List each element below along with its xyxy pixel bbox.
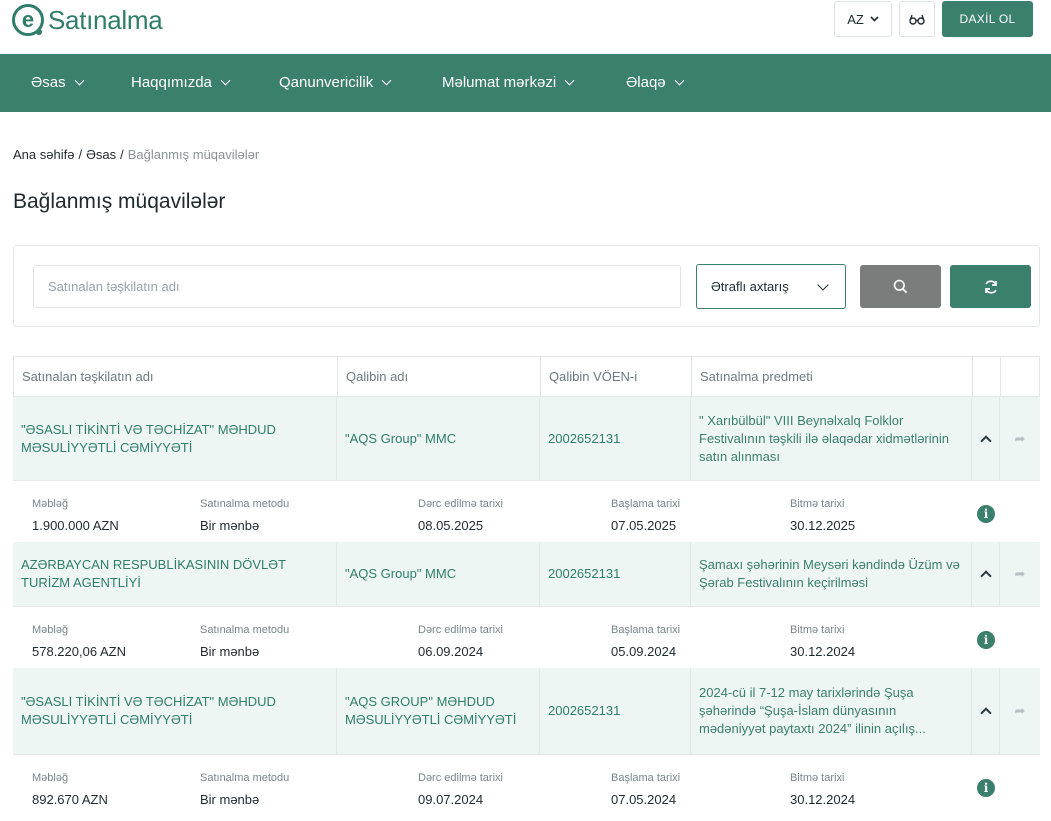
organization-name[interactable]: "ƏSASLI TİKİNTİ VƏ TƏCHİZAT" MƏHDUD MƏSU… [13, 668, 337, 754]
row-details: Məbləğ 892.670 AZN Satınalma metodu Bir mə… [13, 756, 1040, 821]
top-header: e Satınalma AZ DAXİL OL [0, 0, 1051, 54]
detail-method: Satınalma metodu Bir mənbə [200, 624, 290, 659]
detail-start: Başlama tarixi 07.05.2024 [611, 772, 681, 807]
chevron-down-icon [870, 16, 879, 22]
search-panel: Ətraflı axtarış [13, 245, 1040, 327]
organization-name[interactable]: "ƏSASLI TİKİNTİ VƏ TƏCHİZAT" MƏHDUD MƏSU… [13, 397, 337, 480]
collapse-button[interactable] [972, 542, 1000, 606]
table-row[interactable]: AZƏRBAYCAN RESPUBLİKASININ DÖVLƏT TURİZM… [13, 542, 1040, 607]
column-header-organization: Satınalan təşkilatın adı [14, 357, 338, 396]
breadcrumb-section[interactable]: Əsas [86, 147, 116, 162]
nav-item-qanunvericilik[interactable]: Qanunvericilik [279, 74, 392, 91]
detail-amount: Məbləğ 578.220,06 AZN [32, 624, 126, 659]
share-icon: ➦ [1014, 703, 1026, 718]
share-button[interactable]: ➦ [1000, 542, 1040, 606]
advanced-search-dropdown[interactable]: Ətraflı axtarış [696, 264, 846, 309]
breadcrumb-separator: / [120, 147, 124, 162]
winner-voen: 2002652131 [540, 668, 691, 754]
procurement-subject[interactable]: 2024-cü il 7-12 may tarixlərində Şuşa şə… [691, 668, 972, 754]
chevron-down-icon [74, 75, 85, 86]
nav-item-haqqimizda[interactable]: Haqqımızda [131, 74, 231, 91]
language-label: AZ [847, 11, 864, 27]
info-icon[interactable]: i [977, 631, 995, 649]
detail-method: Satınalma metodu Bir mənbə [200, 498, 290, 533]
search-button[interactable] [860, 265, 941, 308]
organization-name[interactable]: AZƏRBAYCAN RESPUBLİKASININ DÖVLƏT TURİZM… [13, 542, 337, 606]
winner-name[interactable]: "AQS GROUP" MƏHDUD MƏSULİYYƏTLİ CƏMİYYƏT… [337, 668, 540, 754]
winner-voen: 2002652131 [540, 542, 691, 606]
detail-start: Başlama tarixi 07.05.2025 [611, 498, 681, 533]
reset-button[interactable] [950, 265, 1031, 308]
glasses-icon [909, 14, 925, 25]
nav-item-melumat-merkezi[interactable]: Məlumat mərkəzi [442, 74, 575, 91]
chevron-down-icon [381, 75, 392, 86]
logo-mark: e [12, 4, 44, 36]
share-icon: ➦ [1014, 566, 1026, 581]
detail-published: Dərc edilmə tarixi 06.09.2024 [418, 624, 503, 659]
collapse-button[interactable] [972, 668, 1000, 754]
detail-published: Dərc edilmə tarixi 08.05.2025 [418, 498, 503, 533]
breadcrumb-current: Bağlanmış müqavilələr [127, 147, 260, 162]
advanced-search-label: Ətraflı axtarış [711, 279, 789, 294]
column-header-subject: Satınalma predmeti [692, 357, 973, 396]
table-header: Satınalan təşkilatın adı Qalibin adı Qal… [13, 356, 1040, 397]
detail-published: Dərc edilmə tarixi 09.07.2024 [418, 772, 503, 807]
detail-amount: Məbləğ 1.900.000 AZN [32, 498, 119, 533]
detail-method: Satınalma metodu Bir mənbə [200, 772, 290, 807]
breadcrumb-separator: / [78, 147, 83, 162]
login-button[interactable]: DAXİL OL [942, 1, 1033, 37]
column-header-actions [973, 357, 1001, 396]
main-nav: Əsas Haqqımızda Qanunvericilik Məlumat m… [0, 54, 1051, 112]
detail-end: Bitmə tarixi 30.12.2024 [790, 624, 856, 659]
collapse-button[interactable] [972, 397, 1000, 480]
winner-name[interactable]: "AQS Group" MMC [337, 542, 540, 606]
chevron-down-icon [564, 75, 575, 86]
info-icon[interactable]: i [977, 779, 995, 797]
chevron-up-icon [979, 434, 992, 447]
accessibility-button[interactable] [899, 1, 935, 37]
page-title: Bağlanmış müqavilələr [13, 190, 226, 213]
share-icon: ➦ [1014, 430, 1026, 446]
refresh-icon [984, 279, 997, 294]
organization-search-input[interactable] [33, 265, 681, 308]
detail-amount: Məbləğ 892.670 AZN [32, 772, 108, 807]
detail-end: Bitmə tarixi 30.12.2025 [790, 498, 856, 533]
column-header-winner: Qalibin adı [338, 357, 541, 396]
procurement-subject[interactable]: " Xarıbülbül" VIII Beynəlxalq Folklor Fe… [691, 397, 972, 480]
column-header-share [1001, 357, 1039, 396]
breadcrumb: Ana səhifə / Əsas / Bağlanmış müqavilələ… [13, 147, 259, 162]
detail-end: Bitmə tarixi 30.12.2024 [790, 772, 856, 807]
language-selector[interactable]: AZ [834, 1, 892, 37]
detail-start: Başlama tarixi 05.09.2024 [611, 624, 681, 659]
chevron-up-icon [979, 570, 992, 582]
row-details: Məbləğ 1.900.000 AZN Satınalma metodu Bir … [13, 482, 1040, 541]
search-icon [893, 279, 908, 294]
info-icon[interactable]: i [977, 505, 995, 523]
winner-voen: 2002652131 [540, 397, 691, 480]
column-header-voen: Qalibin VÖEN-i [541, 357, 692, 396]
chevron-up-icon [979, 707, 992, 719]
breadcrumb-home[interactable]: Ana səhifə [13, 147, 74, 162]
procurement-subject[interactable]: Şamaxı şəhərinin Meysəri kəndində Üzüm v… [691, 542, 972, 606]
chevron-down-icon [817, 278, 829, 291]
share-button[interactable]: ➦ [1000, 668, 1040, 754]
logo[interactable]: e Satınalma [12, 2, 163, 38]
logo-text: Satınalma [48, 4, 163, 35]
nav-item-elaqe[interactable]: Əlaqə [626, 74, 685, 91]
chevron-down-icon [220, 75, 231, 86]
table-row[interactable]: "ƏSASLI TİKİNTİ VƏ TƏCHİZAT" MƏHDUD MƏSU… [13, 397, 1040, 481]
table-row[interactable]: "ƏSASLI TİKİNTİ VƏ TƏCHİZAT" MƏHDUD MƏSU… [13, 668, 1040, 755]
chevron-down-icon [674, 75, 685, 86]
row-details: Məbləğ 578.220,06 AZN Satınalma metodu Bir… [13, 608, 1040, 667]
share-button[interactable]: ➦ [1000, 397, 1040, 480]
winner-name[interactable]: "AQS Group" MMC [337, 397, 540, 480]
nav-item-esas[interactable]: Əsas [31, 74, 85, 91]
